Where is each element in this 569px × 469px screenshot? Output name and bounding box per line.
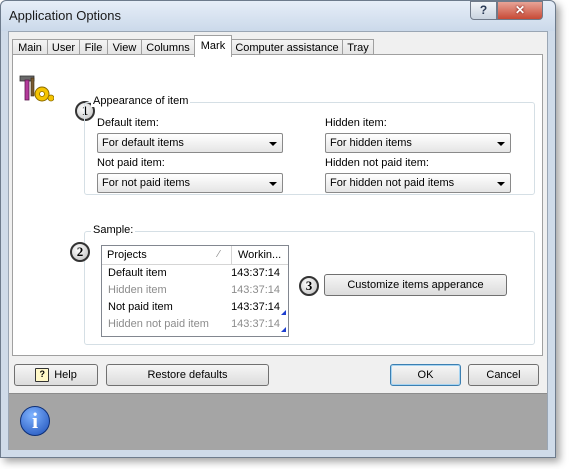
help-icon: ?	[35, 368, 50, 383]
hidden-item-select[interactable]: For hidden items	[325, 133, 511, 153]
default-item-label: Default item:	[97, 117, 159, 129]
chevron-down-icon	[497, 142, 505, 146]
question-icon: ?	[479, 3, 488, 17]
tools-gear-icon	[19, 75, 54, 102]
info-icon: i	[20, 406, 50, 436]
window-title: Application Options	[9, 8, 122, 23]
hidden-item-value: For hidden items	[330, 137, 412, 149]
list-item-name: Not paid item	[108, 301, 173, 313]
hidden-not-paid-item-label: Hidden not paid item:	[325, 157, 429, 169]
list-item: Hidden item 143:37:14	[102, 282, 288, 299]
restore-defaults-button[interactable]: Restore defaults	[106, 364, 269, 386]
hidden-item-label: Hidden item:	[325, 117, 387, 129]
not-paid-item-value: For not paid items	[102, 177, 191, 189]
not-paid-item-label: Not paid item:	[97, 157, 165, 169]
list-item-name: Default item	[108, 267, 167, 279]
default-item-value: For default items	[102, 137, 184, 149]
step-3-badge: 3	[299, 276, 319, 296]
close-icon: ✕	[514, 3, 526, 17]
ok-button[interactable]: OK	[390, 364, 461, 386]
sample-group-label: Sample:	[91, 224, 136, 236]
chevron-down-icon	[269, 182, 277, 186]
application-options-window: Application Options ? ✕ Main User File V…	[0, 0, 556, 458]
title-close-button[interactable]: ✕	[497, 1, 543, 20]
hidden-not-paid-item-select[interactable]: For hidden not paid items	[325, 173, 511, 193]
list-item-name: Hidden item	[108, 284, 167, 296]
sort-icon: ⁄	[218, 249, 220, 260]
appearance-group-label: Appearance of item	[91, 95, 191, 107]
not-paid-corner-marker-icon	[281, 327, 286, 332]
list-item-time: 143:37:14	[231, 284, 280, 296]
customize-items-appearance-button[interactable]: Customize items apperance	[324, 274, 507, 296]
column-separator	[231, 246, 232, 264]
cancel-button[interactable]: Cancel	[468, 364, 539, 386]
sample-list-header: Projects ⁄ Workin...	[102, 246, 288, 265]
chevron-down-icon	[497, 182, 505, 186]
info-bar: i	[9, 393, 547, 450]
title-help-button[interactable]: ?	[470, 1, 497, 20]
list-item: Default item 143:37:14	[102, 265, 288, 282]
mark-tab-panel: 1 Appearance of item Default item: For d…	[12, 54, 543, 356]
sample-list: Projects ⁄ Workin... Default item 143:37…	[101, 245, 289, 337]
working-column-header[interactable]: Workin...	[238, 249, 281, 261]
list-item: Hidden not paid item 143:37:14	[102, 316, 288, 333]
step-2-badge: 2	[70, 242, 90, 262]
hidden-not-paid-item-value: For hidden not paid items	[330, 177, 455, 189]
not-paid-item-select[interactable]: For not paid items	[97, 173, 283, 193]
tab-mark[interactable]: Mark	[194, 35, 232, 57]
list-item-name: Hidden not paid item	[108, 318, 209, 330]
chevron-down-icon	[269, 142, 277, 146]
projects-column-header[interactable]: Projects	[107, 249, 147, 261]
list-item-time: 143:37:14	[231, 318, 280, 330]
list-item-time: 143:37:14	[231, 301, 280, 313]
dialog-client-area: Main User File View Columns Mark Compute…	[8, 31, 548, 450]
not-paid-corner-marker-icon	[281, 310, 286, 315]
list-item-time: 143:37:14	[231, 267, 280, 279]
list-item: Not paid item 143:37:14	[102, 299, 288, 316]
help-button-label: Help	[54, 369, 77, 381]
help-button[interactable]: ? Help	[14, 364, 98, 386]
title-bar[interactable]: Application Options ? ✕	[1, 1, 555, 31]
default-item-select[interactable]: For default items	[97, 133, 283, 153]
appearance-group: Appearance of item Default item: For def…	[84, 95, 535, 195]
